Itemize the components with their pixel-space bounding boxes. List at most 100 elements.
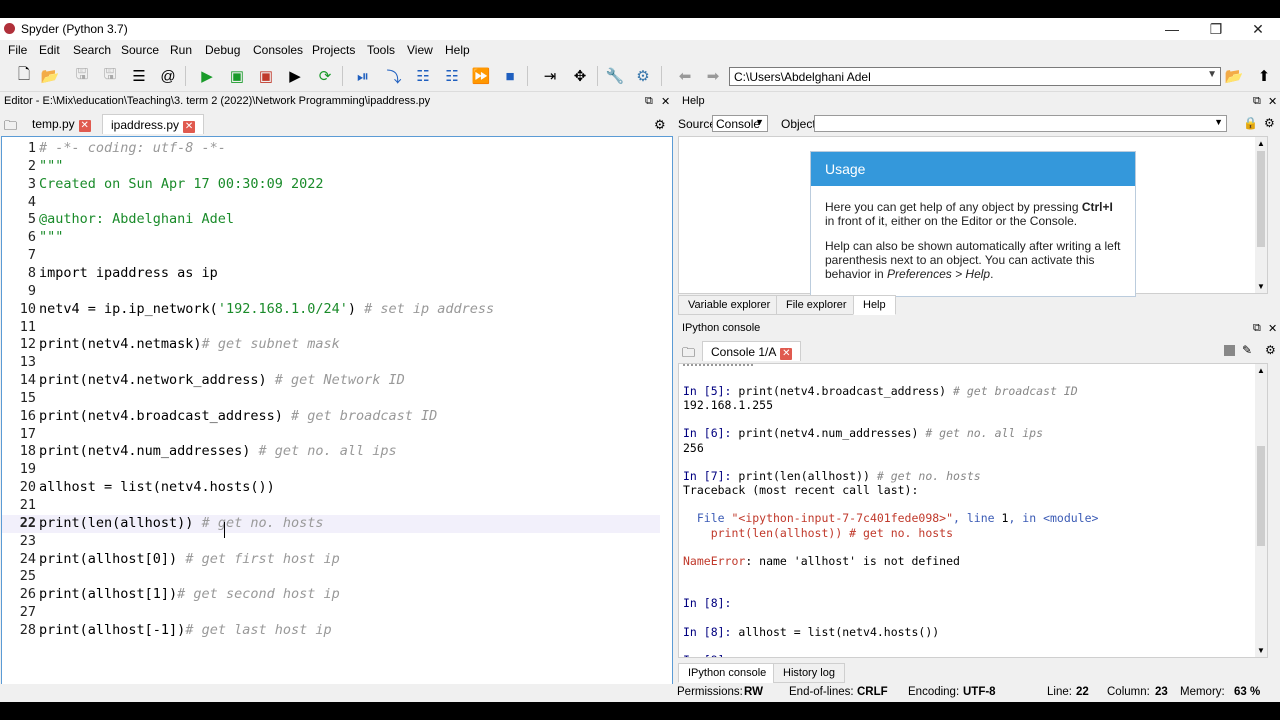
help-scrollbar[interactable]: ▲ ▼ — [1255, 137, 1267, 293]
close-pane-icon[interactable]: ✕ — [661, 95, 670, 108]
code-line[interactable]: 1 # -*- coding: utf-8 -*- — [2, 140, 660, 158]
code-line[interactable]: 14 print(netv4.network_address) # get Net… — [2, 372, 660, 390]
save-icon[interactable]: 🖫 — [72, 66, 92, 86]
undock-icon[interactable]: ⧉ — [1253, 322, 1261, 335]
code-line[interactable]: 9 — [2, 283, 660, 301]
scroll-down-icon[interactable]: ▼ — [1257, 646, 1265, 655]
run-icon[interactable]: ▶ — [197, 66, 217, 86]
menu-view[interactable]: View — [407, 43, 433, 57]
code-line[interactable]: 21 — [2, 497, 660, 515]
step-icon[interactable]: ⤵ — [384, 66, 404, 86]
close-tab-icon[interactable]: ✕ — [780, 348, 793, 360]
menu-tools[interactable]: Tools — [367, 43, 395, 57]
lock-icon[interactable]: 🔒 — [1243, 116, 1258, 130]
menu-debug[interactable]: Debug — [205, 43, 240, 57]
minimize-button[interactable]: — — [1150, 18, 1194, 40]
run-selection-icon[interactable]: ▶ — [285, 66, 305, 86]
chevron-down-icon[interactable]: ▼ — [1207, 69, 1217, 80]
menu-run[interactable]: Run — [170, 43, 192, 57]
code-line[interactable]: 28 print(allhost[-1])# get last host ip — [2, 622, 660, 640]
close-tab-icon[interactable]: ✕ — [183, 121, 196, 133]
tab-console-1a[interactable]: Console 1/A ✕ — [702, 341, 802, 361]
python-path-icon[interactable]: ⚙ — [633, 66, 653, 86]
preferences-wrench-icon[interactable]: 🔧 — [605, 66, 625, 86]
stop-debug-icon[interactable]: ■ — [500, 66, 520, 86]
code-line[interactable]: 26 print(allhost[1])# get second host ip — [2, 586, 660, 604]
at-icon[interactable]: @ — [158, 66, 178, 86]
tab-ipython-console[interactable]: IPython console — [678, 663, 777, 683]
debug-icon[interactable]: ⏯ — [353, 66, 373, 86]
code-line[interactable]: 15 — [2, 390, 660, 408]
tab-ipaddress-py[interactable]: ipaddress.py ✕ — [102, 114, 205, 134]
source-select[interactable]: Console ▼ — [712, 115, 768, 132]
code-line[interactable]: 8 import ipaddress as ip — [2, 265, 660, 283]
continue-icon[interactable]: ⏩ — [471, 66, 491, 86]
close-tab-icon[interactable]: ✕ — [78, 120, 91, 132]
undock-icon[interactable]: ⧉ — [1253, 95, 1261, 108]
console-scrollbar[interactable]: ▲ ▼ — [1255, 364, 1267, 657]
code-line[interactable]: 20 allhost = list(netv4.hosts()) — [2, 479, 660, 497]
code-line[interactable]: 10 netv4 = ip.ip_network('192.168.1.0/24'… — [2, 301, 660, 319]
code-line[interactable]: 22 print(len(allhost)) # get no. hosts — [2, 514, 660, 533]
code-line[interactable]: 23 — [2, 533, 660, 551]
code-editor[interactable]: 1 # -*- coding: utf-8 -*- 2 """ 3 Created on … — [1, 136, 673, 700]
fullscreen-icon[interactable]: ✥ — [570, 66, 590, 86]
open-file-icon[interactable]: 📂 — [40, 66, 60, 86]
gear-icon[interactable]: ⚙ — [1264, 116, 1275, 130]
code-line[interactable]: 5 @author: Abdelghani Adel — [2, 211, 660, 229]
outline-icon[interactable]: ☰ — [129, 66, 149, 86]
code-line[interactable]: 25 — [2, 568, 660, 586]
rerun-icon[interactable]: ⟳ — [315, 66, 335, 86]
eraser-icon[interactable]: ✎ — [1242, 343, 1252, 357]
object-input[interactable]: ▼ — [814, 115, 1227, 132]
code-line[interactable]: 3 Created on Sun Apr 17 00:30:09 2022 — [2, 176, 660, 194]
scroll-down-icon[interactable]: ▼ — [1257, 282, 1265, 291]
step-into-icon[interactable]: ☷ — [413, 66, 433, 86]
tab-history-log[interactable]: History log — [773, 663, 845, 683]
tab-file-explorer[interactable]: File explorer — [776, 295, 857, 315]
tab-temp-py[interactable]: temp.py ✕ — [24, 114, 99, 134]
run-cell-advance-icon[interactable]: ▣ — [256, 66, 276, 86]
code-line[interactable]: 7 — [2, 247, 660, 265]
menu-file[interactable]: File — [8, 43, 27, 57]
code-line[interactable]: 6 """ — [2, 229, 660, 247]
save-all-icon[interactable]: 🖫 — [100, 66, 120, 86]
menu-search[interactable]: Search — [73, 43, 111, 57]
scroll-thumb[interactable] — [1257, 151, 1265, 247]
parent-directory-icon[interactable]: ⬆ — [1254, 66, 1274, 86]
code-line[interactable]: 24 print(allhost[0]) # get first host ip — [2, 551, 660, 569]
restore-button[interactable]: ❐ — [1194, 18, 1238, 40]
menu-edit[interactable]: Edit — [39, 43, 60, 57]
new-file-icon[interactable]: 🗋 — [14, 66, 34, 86]
browse-folder-icon[interactable]: 📂 — [1224, 66, 1244, 86]
close-pane-icon[interactable]: ✕ — [1268, 95, 1277, 108]
close-button[interactable]: ✕ — [1236, 18, 1280, 40]
code-line[interactable]: 11 — [2, 319, 660, 337]
gear-icon[interactable]: ⚙ — [654, 117, 666, 133]
code-line[interactable]: 16 print(netv4.broadcast_address) # get b… — [2, 408, 660, 426]
tab-help[interactable]: Help — [853, 295, 896, 315]
code-line[interactable]: 18 print(netv4.num_addresses) # get no. a… — [2, 443, 660, 461]
code-line[interactable]: 17 — [2, 426, 660, 444]
code-line[interactable]: 12 print(netv4.netmask)# get subnet mask — [2, 336, 660, 354]
stop-icon[interactable] — [1224, 345, 1235, 356]
forward-arrow-icon[interactable]: ➡ — [703, 66, 723, 86]
code-line[interactable]: 19 — [2, 461, 660, 479]
run-cell-icon[interactable]: ▣ — [227, 66, 247, 86]
undock-icon[interactable]: ⧉ — [645, 95, 653, 108]
menu-projects[interactable]: Projects — [312, 43, 355, 57]
code-line[interactable]: 13 — [2, 354, 660, 372]
gear-icon[interactable]: ⚙ — [1265, 343, 1276, 357]
ipython-console[interactable]: In [5]: print(netv4.broadcast_address) #… — [678, 363, 1268, 658]
menu-consoles[interactable]: Consoles — [253, 43, 303, 57]
close-pane-icon[interactable]: ✕ — [1268, 322, 1277, 335]
scroll-up-icon[interactable]: ▲ — [1257, 139, 1265, 148]
tab-variable-explorer[interactable]: Variable explorer — [678, 295, 781, 315]
working-directory-input[interactable]: C:\Users\Abdelghani Adel ▼ — [729, 67, 1221, 86]
code-line[interactable]: 27 — [2, 604, 660, 622]
maximize-pane-icon[interactable]: ⇥ — [540, 66, 560, 86]
scroll-up-icon[interactable]: ▲ — [1257, 366, 1265, 375]
menu-source[interactable]: Source — [121, 43, 159, 57]
scroll-thumb[interactable] — [1257, 446, 1265, 546]
menu-help[interactable]: Help — [445, 43, 470, 57]
